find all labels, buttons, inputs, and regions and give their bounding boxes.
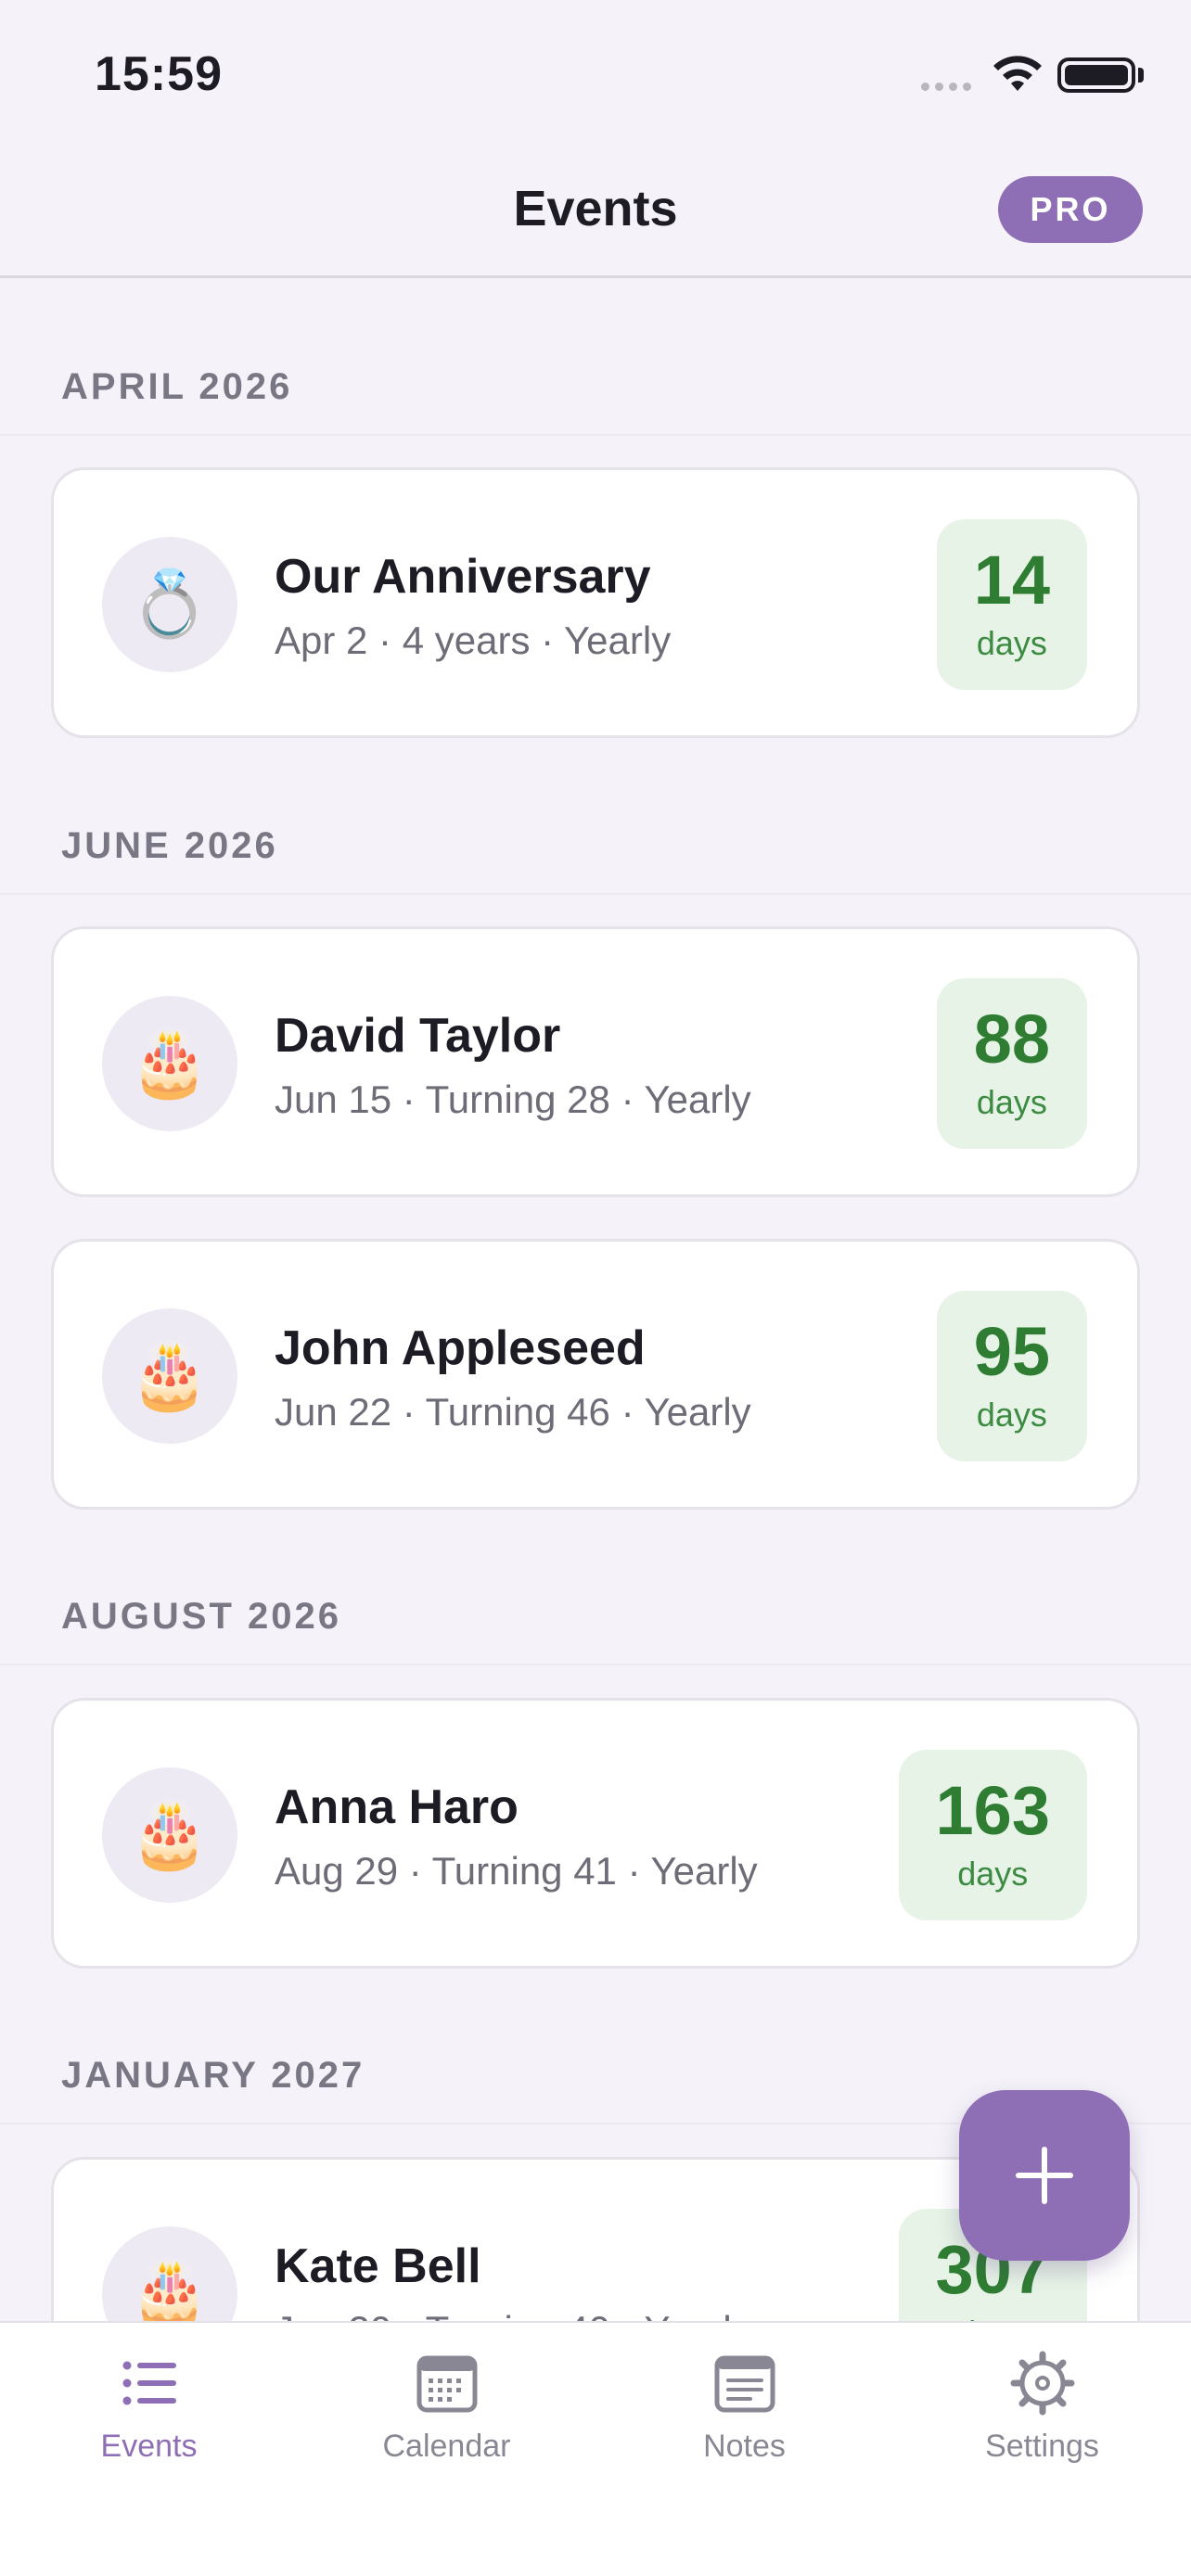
navigation-bar: Events PRO xyxy=(0,139,1191,278)
event-subtitle: Apr 2 · 4 years · Yearly xyxy=(275,618,672,662)
event-card-david-taylor[interactable]: 🎂 David Taylor Jun 15 · Turning 28 · Yea… xyxy=(51,926,1140,1197)
event-name: David Taylor xyxy=(275,1009,561,1063)
events-screen: 15:59 Events PRO APRIL 2026 💍 Our Annive… xyxy=(0,0,1191,2576)
tab-calendar[interactable]: Calendar xyxy=(298,2351,596,2465)
birthday-cake-icon: 🎂 xyxy=(102,1308,237,1444)
tab-notes[interactable]: Notes xyxy=(596,2351,893,2465)
cellular-signal-icon xyxy=(921,83,971,91)
battery-icon xyxy=(1057,57,1135,93)
event-card-our-anniversary[interactable]: 💍 Our Anniversary Apr 2 · 4 years · Year… xyxy=(51,467,1140,738)
section-header-april-2026: APRIL 2026 xyxy=(61,366,293,407)
tab-label: Notes xyxy=(703,2429,786,2464)
event-card-john-appleseed[interactable]: 🎂 John Appleseed Jun 22 · Turning 46 · Y… xyxy=(51,1239,1140,1510)
days-count: 14 xyxy=(973,542,1050,618)
event-name: John Appleseed xyxy=(275,1321,646,1375)
days-count: 88 xyxy=(973,1001,1050,1078)
event-name: Kate Bell xyxy=(275,2239,481,2293)
days-remaining-badge: 88 days xyxy=(936,978,1087,1149)
birthday-cake-icon: 🎂 xyxy=(102,996,237,1131)
tab-settings[interactable]: Settings xyxy=(893,2351,1191,2465)
days-remaining-badge: 95 days xyxy=(936,1291,1087,1461)
events-list[interactable]: APRIL 2026 💍 Our Anniversary Apr 2 · 4 y… xyxy=(0,281,1191,2321)
section-divider xyxy=(0,434,1191,436)
event-subtitle: Aug 29 · Turning 41 · Yearly xyxy=(275,1849,758,1893)
ring-icon: 💍 xyxy=(102,537,237,672)
add-event-button[interactable] xyxy=(959,2090,1130,2261)
event-subtitle: Jun 22 · Turning 46 · Yearly xyxy=(275,1390,751,1434)
tab-events[interactable]: Events xyxy=(0,2351,298,2465)
wifi-icon xyxy=(993,56,1042,91)
tab-bar: Events Calendar Notes Settings xyxy=(0,2321,1191,2576)
days-remaining-badge: 163 days xyxy=(898,1750,1087,1920)
notes-icon xyxy=(714,2355,775,2413)
birthday-cake-icon: 🎂 xyxy=(102,1767,237,1903)
days-count: 163 xyxy=(935,1772,1050,1849)
days-label: days xyxy=(976,1083,1047,1121)
gear-icon xyxy=(1010,2351,1074,2416)
pro-button[interactable]: PRO xyxy=(998,176,1143,243)
event-card-anna-haro[interactable]: 🎂 Anna Haro Aug 29 · Turning 41 · Yearly… xyxy=(51,1698,1140,1969)
days-label: days xyxy=(976,624,1047,662)
days-remaining-badge: 14 days xyxy=(936,519,1087,690)
status-bar: 15:59 xyxy=(0,0,1191,139)
battery-cap xyxy=(1138,68,1144,83)
event-subtitle: Jan 20 · Turning 40 · Yearly xyxy=(275,2308,751,2321)
section-header-june-2026: JUNE 2026 xyxy=(61,825,278,866)
event-name: Our Anniversary xyxy=(275,550,651,604)
section-header-january-2027: JANUARY 2027 xyxy=(61,2055,365,2096)
days-label: days xyxy=(976,1396,1047,1434)
list-icon xyxy=(122,2361,176,2405)
days-count: 95 xyxy=(973,1313,1050,1390)
status-time: 15:59 xyxy=(95,47,223,101)
birthday-cake-icon: 🎂 xyxy=(102,2226,237,2321)
section-header-august-2026: AUGUST 2026 xyxy=(61,1596,341,1637)
days-label: days xyxy=(957,1855,1029,1893)
days-label: days xyxy=(957,2314,1028,2321)
event-subtitle: Jun 15 · Turning 28 · Yearly xyxy=(275,1078,751,1121)
tab-label: Events xyxy=(100,2429,198,2464)
tab-label: Settings xyxy=(985,2429,1099,2464)
calendar-icon xyxy=(416,2355,477,2413)
event-name: Anna Haro xyxy=(275,1780,519,1834)
section-divider xyxy=(0,893,1191,895)
tab-label: Calendar xyxy=(382,2429,511,2464)
plus-icon xyxy=(1016,2147,1073,2204)
section-divider xyxy=(0,1664,1191,1665)
